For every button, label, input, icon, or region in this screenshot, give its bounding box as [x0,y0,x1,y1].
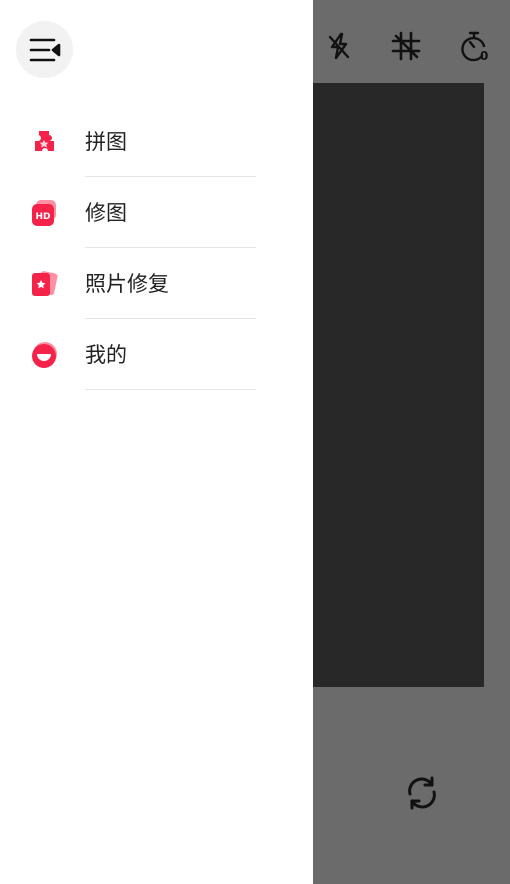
nav-item-retouch[interactable]: HD 修图 [0,177,313,248]
nav-list: 拼图 HD 修图 照片修复 我的 [0,106,313,390]
nav-item-puzzle[interactable]: 拼图 [0,106,313,177]
grid-off-icon[interactable] [388,28,424,64]
divider [85,389,256,390]
puzzle-icon [30,128,58,156]
profile-icon [30,341,58,369]
photo-restore-icon [30,270,58,298]
nav-item-label: 修图 [85,201,127,225]
hd-photo-icon: HD [30,199,58,227]
menu-collapse-button[interactable] [16,21,73,78]
timer-value: 0 [480,49,489,63]
nav-item-label: 我的 [85,343,127,367]
navigation-drawer: 拼图 HD 修图 照片修复 我的 [0,0,313,884]
nav-item-photo-restore[interactable]: 照片修复 [0,248,313,319]
menu-collapse-icon [29,38,60,61]
svg-text:HD: HD [35,212,50,222]
nav-item-profile[interactable]: 我的 [0,319,313,390]
flash-off-icon[interactable] [321,28,357,64]
switch-camera-icon[interactable] [402,773,442,813]
nav-item-label: 照片修复 [85,272,169,296]
nav-item-label: 拼图 [85,130,127,154]
camera-preview [313,83,484,687]
